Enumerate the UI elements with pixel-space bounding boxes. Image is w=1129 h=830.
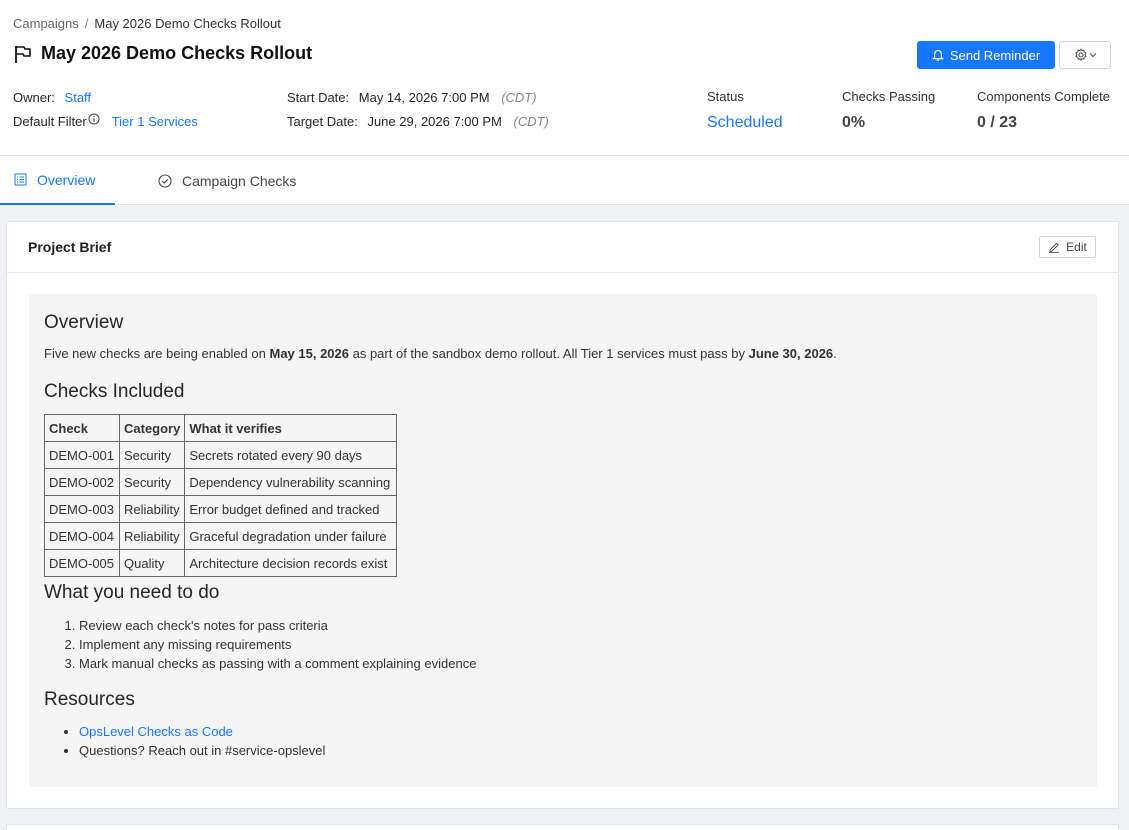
checks-passing-stat: Checks Passing 0% bbox=[842, 89, 935, 132]
overview-start-date: May 15, 2026 bbox=[269, 346, 349, 361]
flag-icon bbox=[15, 45, 31, 63]
target-date-row: Target Date: June 29, 2026 7:00 PM (CDT) bbox=[287, 114, 549, 129]
overview-text-1: Five new checks are being enabled on bbox=[44, 346, 270, 361]
table-row: DEMO-002 Security Dependency vulnerabili… bbox=[44, 468, 398, 496]
target-date-label: Target Date: bbox=[287, 114, 358, 129]
campaign-header: Campaigns / May 2026 Demo Checks Rollout M… bbox=[0, 0, 1129, 156]
overview-deadline: June 30, 2026 bbox=[748, 346, 834, 361]
table-cell: Dependency vulnerability scanning bbox=[184, 468, 398, 496]
column-header-check: Check bbox=[44, 414, 120, 442]
next-card bbox=[6, 824, 1119, 830]
table-cell: Security bbox=[118, 468, 186, 496]
todo-heading: What you need to do bbox=[44, 582, 220, 603]
project-brief-content: Overview Five new checks are being enabl… bbox=[29, 294, 1097, 787]
table-cell: Quality bbox=[118, 549, 186, 577]
table-cell: Graceful degradation under failure bbox=[184, 522, 398, 550]
table-cell: DEMO-004 bbox=[44, 522, 120, 550]
breadcrumb-campaigns-link[interactable]: Campaigns bbox=[13, 16, 79, 31]
list-item: Review each check's notes for pass crite… bbox=[79, 616, 476, 635]
owner-row: Owner: Staff bbox=[13, 90, 91, 105]
breadcrumb-separator: / bbox=[84, 16, 89, 31]
start-date-row: Start Date: May 14, 2026 7:00 PM (CDT) bbox=[287, 90, 537, 105]
table-row: DEMO-003 Reliability Error budget define… bbox=[44, 495, 398, 523]
table-header-row: Check Category What it verifies bbox=[44, 414, 398, 442]
table-cell: Secrets rotated every 90 days bbox=[184, 441, 398, 469]
table-cell: DEMO-003 bbox=[44, 495, 120, 523]
tab-overview[interactable]: Overview bbox=[0, 156, 115, 205]
pencil-icon bbox=[1049, 242, 1060, 253]
table-cell: Reliability bbox=[118, 495, 186, 523]
todo-list: Review each check's notes for pass crite… bbox=[79, 616, 476, 673]
status-stat: Status Scheduled bbox=[707, 89, 783, 132]
settings-dropdown-button[interactable] bbox=[1059, 41, 1111, 69]
edit-label: Edit bbox=[1066, 240, 1087, 254]
table-cell: Security bbox=[118, 441, 186, 469]
table-row: DEMO-005 Quality Architecture decision r… bbox=[44, 549, 398, 577]
table-cell: Reliability bbox=[118, 522, 186, 550]
start-date-label: Start Date: bbox=[287, 90, 350, 105]
default-filter-link[interactable]: Tier 1 Services bbox=[112, 114, 198, 129]
components-complete-stat: Components Complete 0 / 23 bbox=[977, 89, 1110, 132]
table-cell: DEMO-005 bbox=[44, 549, 120, 577]
chevron-down-icon bbox=[1089, 53, 1096, 58]
tab-bar: Overview Campaign Checks bbox=[0, 156, 1129, 205]
owner-link[interactable]: Staff bbox=[65, 90, 92, 105]
breadcrumb: Campaigns / May 2026 Demo Checks Rollout bbox=[13, 16, 281, 31]
overview-text-3: . bbox=[833, 346, 837, 361]
owner-label: Owner: bbox=[13, 90, 55, 105]
project-brief-title: Project Brief bbox=[28, 239, 112, 255]
check-circle-icon bbox=[158, 173, 172, 188]
start-date-value: May 14, 2026 7:00 PM bbox=[358, 90, 490, 105]
list-icon bbox=[14, 173, 27, 186]
list-item: Mark manual checks as passing with a com… bbox=[79, 654, 476, 673]
resources-heading: Resources bbox=[44, 689, 135, 710]
checks-passing-label: Checks Passing bbox=[842, 89, 936, 104]
table-row: DEMO-004 Reliability Graceful degradatio… bbox=[44, 522, 398, 550]
table-cell: Error budget defined and tracked bbox=[184, 495, 398, 523]
checks-included-heading: Checks Included bbox=[44, 381, 185, 402]
overview-heading: Overview bbox=[44, 312, 124, 333]
overview-text-2: as part of the sandbox demo rollout. All… bbox=[349, 346, 749, 361]
bell-icon bbox=[932, 49, 944, 61]
edit-button[interactable]: Edit bbox=[1039, 236, 1096, 258]
column-header-category: Category bbox=[118, 414, 186, 442]
checks-as-code-link[interactable]: OpsLevel Checks as Code bbox=[79, 724, 233, 739]
list-item: Implement any missing requirements bbox=[79, 635, 476, 654]
checks-passing-value: 0% bbox=[842, 114, 866, 131]
components-complete-value: 0 / 23 bbox=[977, 114, 1018, 131]
overview-paragraph: Five new checks are being enabled on May… bbox=[44, 345, 837, 363]
table-cell: Architecture decision records exist bbox=[184, 549, 398, 577]
list-item: OpsLevel Checks as Code bbox=[79, 722, 325, 741]
table-cell: DEMO-002 bbox=[44, 468, 120, 496]
breadcrumb-current: May 2026 Demo Checks Rollout bbox=[94, 16, 281, 31]
checks-table: Check Category What it verifies DEMO-001… bbox=[44, 414, 398, 577]
title-row: May 2026 Demo Checks Rollout bbox=[13, 43, 312, 64]
resources-list: OpsLevel Checks as Code Questions? Reach… bbox=[79, 722, 325, 760]
send-reminder-label: Send Reminder bbox=[949, 47, 1041, 63]
project-brief-header: Project Brief Edit bbox=[7, 222, 1118, 273]
default-filter-row: Default Filter Tier 1 Services bbox=[13, 113, 198, 129]
table-cell: DEMO-001 bbox=[44, 441, 120, 469]
column-header-verifies: What it verifies bbox=[184, 414, 398, 442]
page-title: May 2026 Demo Checks Rollout bbox=[41, 43, 313, 63]
gear-icon bbox=[1075, 48, 1086, 61]
info-icon[interactable] bbox=[88, 113, 100, 125]
tab-campaign-checks[interactable]: Campaign Checks bbox=[158, 156, 296, 205]
target-date-value: June 29, 2026 7:00 PM bbox=[367, 114, 502, 129]
status-value: Scheduled bbox=[707, 114, 783, 131]
send-reminder-button[interactable]: Send Reminder bbox=[917, 41, 1055, 69]
table-row: DEMO-001 Security Secrets rotated every … bbox=[44, 441, 398, 469]
tab-overview-label: Overview bbox=[37, 171, 96, 188]
status-label: Status bbox=[707, 89, 744, 104]
target-date-timezone: (CDT) bbox=[513, 114, 549, 129]
start-date-timezone: (CDT) bbox=[501, 90, 537, 105]
tab-campaign-checks-label: Campaign Checks bbox=[182, 172, 297, 189]
list-item: Questions? Reach out in #service-opsleve… bbox=[79, 741, 325, 760]
default-filter-label: Default Filter bbox=[13, 114, 87, 129]
components-complete-label: Components Complete bbox=[977, 89, 1110, 104]
project-brief-card: Project Brief Edit Overview Five new che… bbox=[6, 221, 1119, 809]
